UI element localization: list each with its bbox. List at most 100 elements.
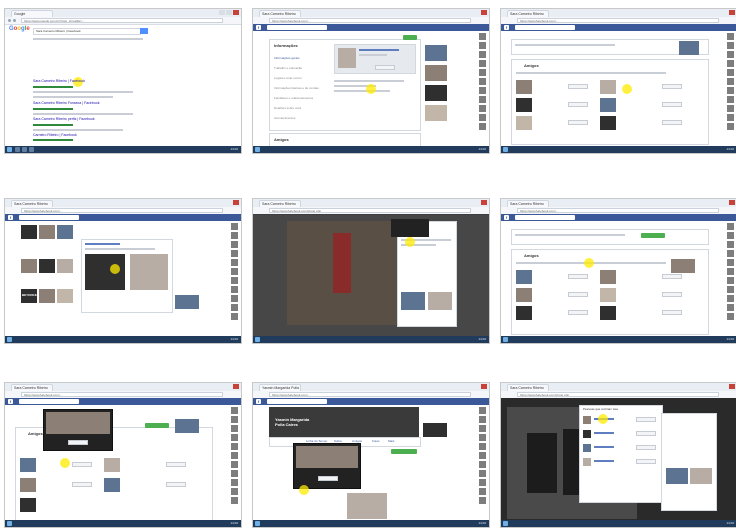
browser-tab[interactable]: Sara Carneiro Ribeiro <box>259 10 301 17</box>
liker-avatar[interactable] <box>583 458 591 466</box>
side-item[interactable]: Familiares e relacionamentos <box>274 96 313 101</box>
photo-thumbnail[interactable] <box>175 419 199 433</box>
add-friend-button[interactable] <box>568 274 588 279</box>
photo-thumbnail[interactable] <box>425 45 447 61</box>
search-button[interactable] <box>140 28 148 34</box>
add-friend-button[interactable] <box>166 482 186 487</box>
liker-avatar[interactable] <box>583 430 591 438</box>
side-item[interactable]: Informações gerais <box>274 56 300 61</box>
add-friend-button[interactable] <box>662 84 682 89</box>
add-friend-button[interactable] <box>568 292 588 297</box>
photo-thumbnail[interactable] <box>690 468 712 484</box>
url-field[interactable]: https://www.facebook.com/... <box>517 208 719 213</box>
photo-thumbnail[interactable] <box>401 292 425 310</box>
photo-thumbnail[interactable] <box>21 259 37 273</box>
add-friend-button[interactable] <box>641 233 665 238</box>
photo-thumbnail[interactable] <box>425 105 447 121</box>
start-icon[interactable] <box>503 521 508 526</box>
photo-thumbnail[interactable] <box>57 289 73 303</box>
photo-thumbnail[interactable] <box>423 423 447 437</box>
search-input[interactable]: Sara Carneiro Ribeiro | Facebook <box>33 28 141 35</box>
friend-photo[interactable] <box>600 116 616 130</box>
photo-thumbnail[interactable] <box>175 295 199 309</box>
url-field[interactable]: https://www.facebook.com/... <box>269 392 471 397</box>
url-field[interactable]: https://www.google.com.br/?gws_rd=ssl#q=… <box>21 18 223 23</box>
facebook-search-input[interactable] <box>515 25 575 30</box>
friend-photo[interactable] <box>600 306 616 320</box>
start-icon[interactable] <box>255 147 260 152</box>
add-friend-button[interactable] <box>318 476 338 481</box>
chat-sidebar[interactable] <box>479 33 486 132</box>
photo-thumbnail[interactable] <box>57 225 73 239</box>
add-friend-button[interactable] <box>636 431 656 436</box>
result-title[interactable]: Carneiro Ribeiro | Facebook <box>33 133 77 138</box>
friend-photo[interactable] <box>600 288 616 302</box>
photo-thumbnail[interactable] <box>425 85 447 101</box>
browser-tab[interactable]: Google <box>11 10 53 17</box>
side-item[interactable]: Detalhes sobre você <box>274 106 301 111</box>
photo-thumbnail[interactable] <box>39 259 55 273</box>
close-button[interactable] <box>233 10 239 15</box>
friend-photo[interactable] <box>600 98 616 112</box>
facebook-search-input[interactable] <box>515 215 575 220</box>
browser-tab[interactable]: Sara Carneiro Ribeiro <box>259 200 301 207</box>
result-title[interactable]: Sara Carneiro Ribeiro perfis | Facebook <box>33 117 95 122</box>
chat-sidebar[interactable] <box>727 33 734 132</box>
liker-avatar[interactable] <box>583 416 591 424</box>
close-button[interactable] <box>481 384 487 389</box>
friend-photo[interactable] <box>516 98 532 112</box>
friend-photo[interactable] <box>516 306 532 320</box>
start-icon[interactable] <box>503 147 508 152</box>
add-friend-button[interactable] <box>636 417 656 422</box>
side-item[interactable]: Trabalho e educação <box>274 66 302 71</box>
taskbar-app-icon[interactable] <box>29 147 34 152</box>
start-icon[interactable] <box>503 337 508 342</box>
forward-icon[interactable] <box>13 19 16 22</box>
friend-photo[interactable] <box>600 270 616 284</box>
add-friend-button[interactable] <box>636 445 656 450</box>
photo-thumbnail[interactable] <box>666 468 688 484</box>
facebook-logo[interactable]: f <box>504 215 509 220</box>
chat-sidebar[interactable] <box>231 223 238 322</box>
start-icon[interactable] <box>7 147 12 152</box>
url-field[interactable]: https://www.facebook.com/... <box>21 392 223 397</box>
start-icon[interactable] <box>255 337 260 342</box>
friend-photo[interactable] <box>516 288 532 302</box>
friend-photo[interactable] <box>20 498 36 512</box>
facebook-logo[interactable]: f <box>504 25 509 30</box>
result-title[interactable]: Sara Carneiro Ribeiro | Facebook <box>33 79 85 84</box>
add-friend-button[interactable] <box>68 440 88 445</box>
add-friend-button[interactable] <box>166 462 186 467</box>
browser-tab[interactable]: Sara Carneiro Ribeiro <box>507 384 549 391</box>
close-button[interactable] <box>233 200 239 205</box>
add-friend-button[interactable] <box>568 120 588 125</box>
browser-tab[interactable]: Sara Carneiro Ribeiro <box>11 384 53 391</box>
side-item[interactable]: Lugares onde morou <box>274 76 302 81</box>
facebook-search-input[interactable] <box>267 399 327 404</box>
friend-photo[interactable] <box>20 478 36 492</box>
close-button[interactable] <box>233 384 239 389</box>
friend-photo[interactable] <box>104 478 120 492</box>
back-icon[interactable] <box>8 19 11 22</box>
post-photo[interactable] <box>347 493 387 519</box>
add-friend-button[interactable] <box>403 35 417 40</box>
add-friend-button[interactable] <box>662 292 682 297</box>
start-icon[interactable] <box>255 521 260 526</box>
photo-thumbnail[interactable] <box>57 259 73 273</box>
tab-photos[interactable]: Fotos <box>372 439 380 444</box>
photo-thumbnail[interactable] <box>425 65 447 81</box>
facebook-logo[interactable]: f <box>256 25 261 30</box>
browser-tab[interactable]: Sara Carneiro Ribeiro <box>11 200 53 207</box>
browser-tab[interactable]: Yasmin Margarida Polla <box>259 384 301 391</box>
add-friend-button[interactable] <box>568 84 588 89</box>
url-field[interactable]: https://www.facebook.com/... <box>269 18 471 23</box>
add-friend-button[interactable] <box>391 449 417 454</box>
photo-thumbnail[interactable] <box>671 259 695 273</box>
liker-avatar[interactable] <box>583 444 591 452</box>
side-item[interactable]: Informações básicas e de contato <box>274 86 319 91</box>
minimize-button[interactable] <box>219 10 225 15</box>
add-friend-button[interactable] <box>72 482 92 487</box>
close-button[interactable] <box>729 200 735 205</box>
chat-sidebar[interactable] <box>727 223 734 322</box>
url-field[interactable]: https://www.facebook.com/photo.php <box>269 208 471 213</box>
